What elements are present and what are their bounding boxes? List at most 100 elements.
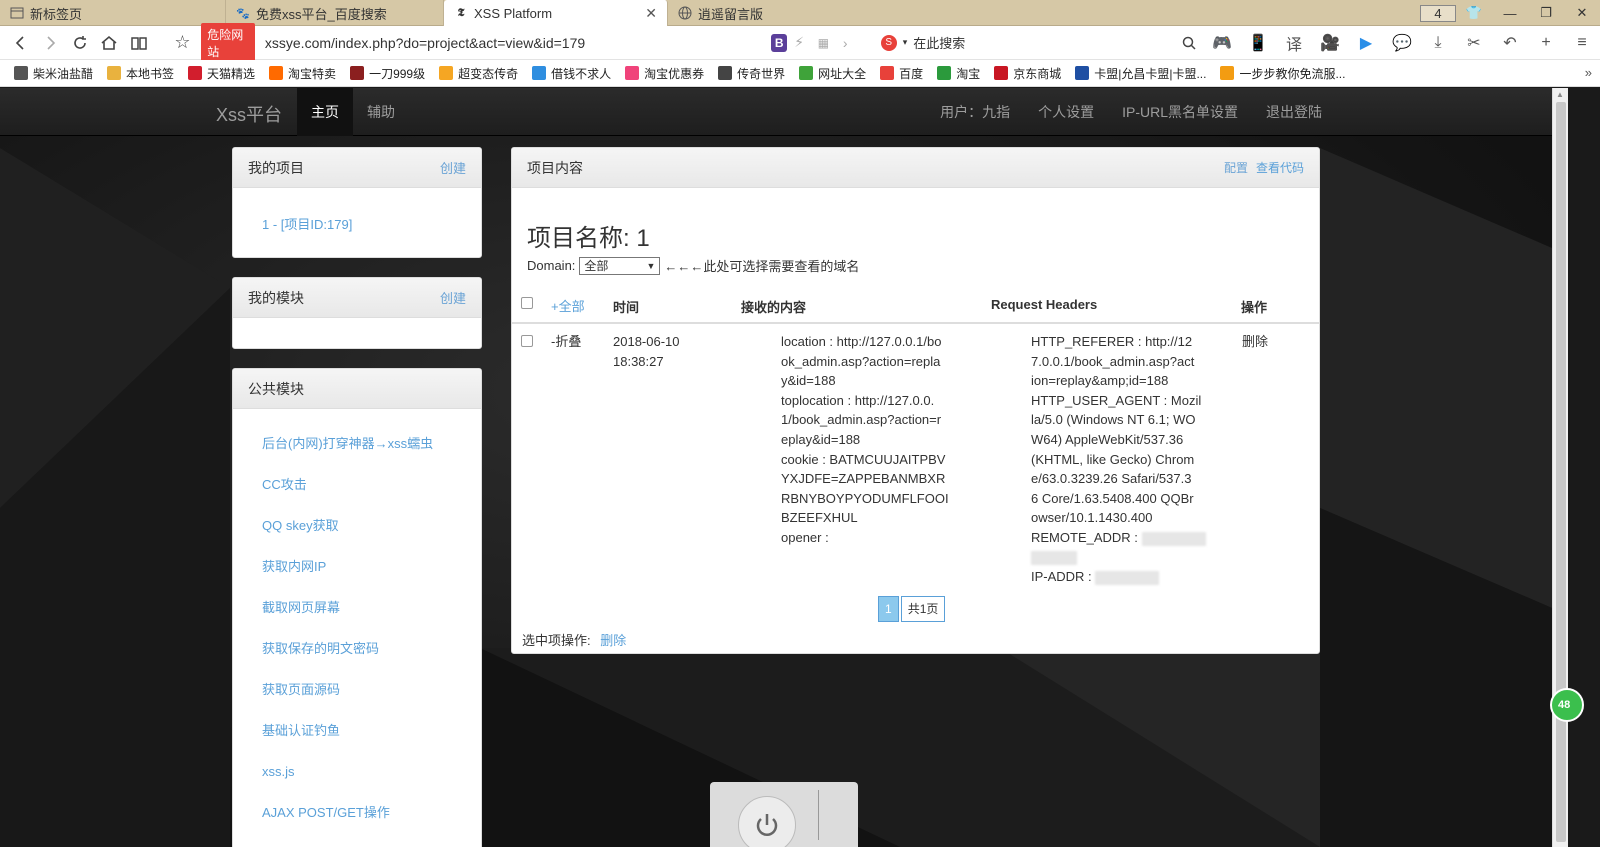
tab-new[interactable]: 新标签页 — [0, 0, 226, 26]
shirt-skin-icon[interactable]: 👕 — [1456, 5, 1492, 21]
new-tab-icon — [10, 6, 24, 20]
translate-icon[interactable]: 译 — [1276, 31, 1312, 55]
bookmark-icon — [107, 66, 122, 80]
public-module-link[interactable]: 获取页面源码 — [233, 669, 481, 710]
public-module-link[interactable]: 截取网页屏幕 — [233, 587, 481, 628]
select-all-checkbox[interactable] — [521, 297, 533, 309]
download-icon[interactable]: ⤓ — [1420, 34, 1456, 52]
public-module-link[interactable]: QQ skey获取 — [233, 505, 481, 546]
search-icon[interactable] — [1174, 28, 1204, 58]
delete-selected-link[interactable]: 删除 — [600, 633, 626, 648]
create-module-link[interactable]: 创建 — [440, 288, 466, 307]
video-icon[interactable]: 🎥 — [1312, 33, 1348, 53]
bookmark-item[interactable]: 京东商城 — [994, 65, 1061, 82]
tab-guestbook[interactable]: 逍遥留言版 — [668, 0, 886, 26]
page-1-button[interactable]: 1 — [878, 596, 899, 622]
lightning-icon[interactable]: ⚡ — [787, 28, 811, 58]
tab-count-badge[interactable]: 4 — [1420, 4, 1456, 22]
back-icon[interactable] — [6, 28, 36, 58]
panel-header: 项目内容 配置 查看代码 — [512, 148, 1319, 188]
plus-icon[interactable]: + — [1528, 34, 1564, 52]
delete-row-link[interactable]: 删除 — [1242, 332, 1268, 352]
bookmark-item[interactable]: 淘宝 — [937, 65, 980, 82]
bookmark-item[interactable]: 淘宝特卖 — [269, 65, 336, 82]
public-module-link[interactable]: 获取内网IP — [233, 546, 481, 587]
danger-site-badge[interactable]: 危险网站 — [201, 22, 255, 63]
bootstrap-extension-icon[interactable]: B — [771, 33, 787, 52]
header-line: HTTP_REFERER : http://12 — [1031, 334, 1193, 349]
page-viewport: Xss平台 主页 辅助 用户：九指 个人设置 IP-URL黑名单设置 退出登陆 … — [0, 88, 1552, 847]
nav-home[interactable]: 主页 — [297, 88, 353, 136]
wechat-icon[interactable]: 💬 — [1384, 33, 1420, 53]
panel-title: 项目内容 — [527, 159, 583, 176]
row-checkbox[interactable] — [521, 335, 533, 347]
received-line: y&id=188 — [781, 373, 836, 389]
phone-icon[interactable]: 📱 — [1240, 33, 1276, 53]
tab-baidu[interactable]: 🐾 免费xss平台_百度搜索 — [226, 0, 444, 26]
bookmark-item[interactable]: 天猫精选 — [188, 65, 255, 82]
play-icon[interactable]: ▶ — [1348, 33, 1384, 53]
domain-select[interactable]: 全部 ▼ — [579, 256, 661, 275]
public-module-link[interactable]: xss.js — [233, 751, 481, 792]
view-code-link[interactable]: 查看代码 — [1256, 159, 1304, 176]
page-scrollbar[interactable]: ▲ — [1552, 88, 1568, 847]
bookmark-item[interactable]: 超变态传奇 — [439, 65, 518, 82]
bookmark-item[interactable]: 卡盟|允昌卡盟|卡盟... — [1075, 65, 1206, 82]
home-icon[interactable] — [95, 28, 125, 58]
scroll-up-icon[interactable]: ▲ — [1556, 90, 1564, 99]
config-link[interactable]: 配置 — [1224, 159, 1248, 176]
nav-ip-url-blacklist[interactable]: IP-URL黑名单设置 — [1122, 102, 1238, 122]
close-tab-icon[interactable]: ✕ — [627, 5, 657, 22]
scissors-icon[interactable]: ✂ — [1456, 33, 1492, 53]
search-input[interactable]: 在此搜索 — [913, 33, 965, 52]
more-bookmarks-icon[interactable]: » — [1585, 65, 1592, 80]
search-box[interactable]: S ▾ 在此搜索 — [880, 33, 1055, 52]
close-window-icon[interactable]: ✕ — [1564, 5, 1600, 21]
menu-icon[interactable]: ≡ — [1564, 34, 1600, 52]
bookmark-item[interactable]: 一步步教你免流服... — [1220, 65, 1345, 82]
public-module-link[interactable]: 基础认证钓鱼 — [233, 710, 481, 751]
public-module-link[interactable]: 获取保存的明文密码 — [233, 628, 481, 669]
power-icon[interactable] — [738, 796, 796, 847]
bookmark-item[interactable]: 淘宝优惠券 — [625, 65, 704, 82]
my-projects-panel: 我的项目 创建 1 - [项目ID:179] — [232, 147, 482, 258]
bookmark-item[interactable]: 网址大全 — [799, 65, 866, 82]
bookmark-label: 百度 — [899, 66, 924, 81]
gamepad-icon[interactable]: 🎮 — [1204, 33, 1240, 53]
received-content: location : http://127.0.0.1/bo ok_admin.a… — [781, 332, 966, 548]
bookmark-item[interactable]: 一刀999级 — [350, 65, 425, 82]
create-project-link[interactable]: 创建 — [440, 158, 466, 177]
forward-icon[interactable] — [36, 28, 66, 58]
collapse-link[interactable]: -折叠 — [551, 332, 581, 352]
restore-icon[interactable]: ❐ — [1528, 5, 1564, 21]
public-module-link[interactable]: AJAX POST/GET操作 — [233, 792, 481, 833]
nav-personal-settings[interactable]: 个人设置 — [1038, 102, 1094, 122]
project-link[interactable]: 1 - [项目ID:179] — [262, 217, 352, 232]
bookmark-item[interactable]: 本地书签 — [107, 65, 174, 82]
bookmark-item[interactable]: 传奇世界 — [718, 65, 785, 82]
bookmark-label: 一步步教你免流服... — [1239, 66, 1346, 81]
expand-all-link[interactable]: +全部 — [551, 296, 585, 315]
undo-icon[interactable]: ↶ — [1492, 33, 1528, 53]
nav-logout[interactable]: 退出登陆 — [1266, 102, 1322, 122]
domain-label: Domain: — [527, 258, 576, 273]
chevron-down-icon[interactable]: ▾ — [903, 37, 908, 48]
scrollbar-thumb[interactable] — [1556, 102, 1566, 842]
floating-badge-button[interactable]: 48 — [1550, 688, 1584, 722]
tab-xss-platform[interactable]: 𝕿 XSS Platform ✕ — [444, 0, 668, 26]
public-module-link[interactable]: 后台(内网)打穿神器→xss蠕虫 — [233, 423, 481, 464]
bookmark-item[interactable]: 借钱不求人 — [532, 65, 611, 82]
brand-logo[interactable]: Xss平台 — [216, 101, 282, 127]
chevron-right-icon[interactable]: › — [836, 28, 855, 58]
public-module-link[interactable]: CC攻击 — [233, 464, 481, 505]
minimize-icon[interactable]: — — [1492, 6, 1528, 21]
reload-icon[interactable] — [65, 28, 95, 58]
nav-assist[interactable]: 辅助 — [353, 88, 409, 136]
bookmark-icon — [880, 66, 895, 80]
qr-code-icon[interactable]: ▦ — [811, 28, 835, 58]
bookmark-item[interactable]: 百度 — [880, 65, 923, 82]
address-bar[interactable]: xssye.com/index.php?do=project&act=view&… — [265, 35, 751, 51]
star-bookmark-icon[interactable]: ☆ — [168, 28, 198, 58]
bookmark-item[interactable]: 柴米油盐醋 — [14, 65, 93, 82]
reader-book-icon[interactable] — [124, 28, 154, 58]
